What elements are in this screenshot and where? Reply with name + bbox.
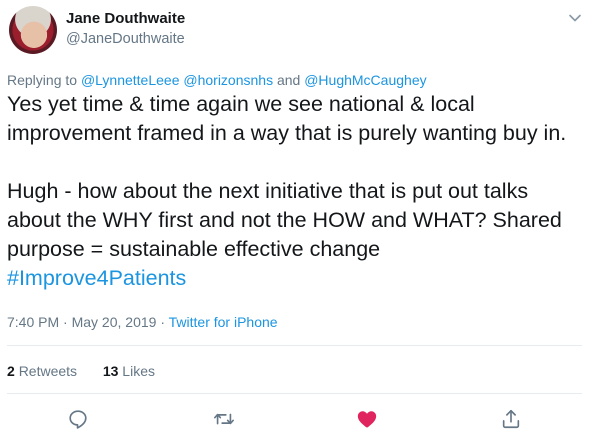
like-stat[interactable]: 13 Likes <box>103 363 155 379</box>
tweet-paragraph-1: Yes yet time & time again we see nationa… <box>7 92 567 145</box>
retweet-stat[interactable]: 2 Retweets <box>7 363 77 379</box>
tweet-meta: 7:40 PM · May 20, 2019 · Twitter for iPh… <box>7 313 278 331</box>
tweet-date[interactable]: May 20, 2019 <box>72 314 157 330</box>
tweet-stats: 2 Retweets 13 Likes <box>7 362 155 380</box>
like-count: 13 <box>102 363 119 379</box>
tweet-source[interactable]: Twitter for iPhone <box>169 314 278 330</box>
retweet-label: Retweets <box>18 363 78 379</box>
mention-hughmccaughey[interactable]: @HughMcCaughey <box>304 72 426 88</box>
author-name[interactable]: Jane Douthwaite <box>66 10 185 28</box>
divider <box>7 345 582 346</box>
replying-prefix: Replying to <box>7 72 81 88</box>
mention-horizonsnhs[interactable]: @horizonsnhs <box>183 72 273 88</box>
divider <box>7 393 582 394</box>
author-handle[interactable]: @JaneDouthwaite <box>66 30 185 48</box>
chevron-down-icon[interactable] <box>568 11 582 25</box>
replying-to: Replying to @LynnetteLeee @horizonsnhs a… <box>7 71 427 89</box>
reply-icon[interactable] <box>67 408 89 430</box>
heart-icon[interactable] <box>356 408 378 430</box>
like-label: Likes <box>122 363 155 379</box>
tweet-paragraph-2: Hugh - how about the next initiative tha… <box>7 179 562 261</box>
retweet-icon[interactable] <box>213 408 235 430</box>
mention-lynnetteleee[interactable]: @LynnetteLeee <box>81 72 180 88</box>
action-bar <box>0 405 589 435</box>
tweet-text: Yes yet time & time again we see nationa… <box>7 90 582 293</box>
share-icon[interactable] <box>500 408 522 430</box>
retweet-count: 2 <box>7 363 15 379</box>
tweet-time[interactable]: 7:40 PM <box>7 314 59 330</box>
hashtag-link[interactable]: #Improve4Patients <box>7 266 186 290</box>
meta-separator: · <box>59 314 72 330</box>
avatar[interactable] <box>9 6 57 54</box>
meta-separator: · <box>156 314 169 330</box>
reply-and: and <box>273 72 305 88</box>
